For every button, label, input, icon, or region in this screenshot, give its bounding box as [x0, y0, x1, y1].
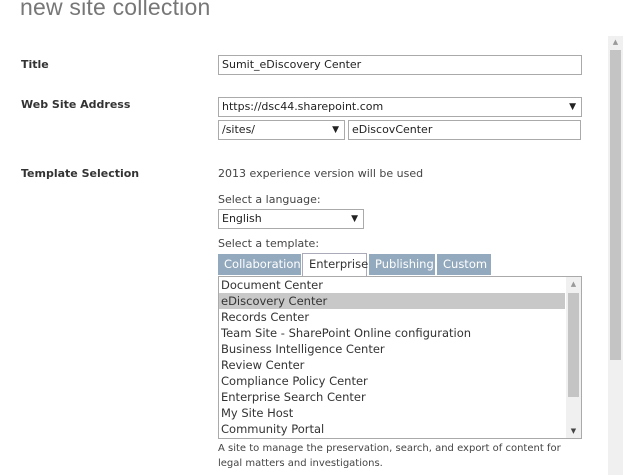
list-item[interactable]: Document Center [219, 277, 565, 293]
list-scrollbar-thumb[interactable] [568, 293, 579, 397]
scroll-up-icon[interactable]: ▲ [608, 38, 623, 46]
list-item[interactable]: Enterprise Search Center [219, 389, 565, 405]
template-prompt: Select a template: [218, 237, 320, 250]
list-item[interactable]: Review Center [219, 357, 565, 373]
tab-enterprise[interactable]: Enterprise [302, 253, 368, 276]
web-site-address-label: Web Site Address [21, 98, 131, 111]
chevron-down-icon: ▼ [332, 125, 339, 135]
domain-value: https://dsc44.sharepoint.com [222, 100, 384, 113]
scroll-up-icon[interactable]: ▲ [566, 280, 581, 288]
experience-note: 2013 experience version will be used [218, 167, 424, 180]
page-title: new site collection [20, 0, 211, 20]
url-name-input[interactable]: eDiscovCenter [348, 120, 581, 140]
scroll-down-icon[interactable]: ▼ [566, 427, 581, 435]
template-selection-label: Template Selection [21, 167, 140, 180]
path-select[interactable]: /sites/ ▼ [218, 120, 345, 140]
list-item[interactable]: My Site Host [219, 405, 565, 421]
list-item-selected[interactable]: eDiscovery Center [219, 293, 565, 309]
domain-select[interactable]: https://dsc44.sharepoint.com ▼ [218, 97, 582, 117]
chevron-down-icon: ▼ [569, 102, 576, 112]
template-list[interactable]: Document Center eDiscovery Center Record… [218, 276, 582, 439]
tab-custom[interactable]: Custom [437, 254, 491, 275]
list-item[interactable]: Compliance Policy Center [219, 373, 565, 389]
list-item[interactable]: Community Portal [219, 421, 565, 437]
path-value: /sites/ [222, 123, 256, 136]
language-select[interactable]: English ▼ [218, 209, 364, 229]
tab-publishing[interactable]: Publishing [369, 254, 435, 275]
title-input[interactable]: Sumit_eDiscovery Center [218, 55, 582, 75]
page-scrollbar-thumb[interactable] [610, 50, 621, 360]
title-label: Title [21, 58, 49, 71]
language-value: English [222, 212, 262, 225]
list-item[interactable]: Team Site - SharePoint Online configurat… [219, 325, 565, 341]
template-description: A site to manage the preservation, searc… [218, 443, 561, 469]
list-item[interactable]: Records Center [219, 309, 565, 325]
language-label: Select a language: [218, 193, 321, 206]
chevron-down-icon: ▼ [351, 214, 358, 224]
tab-collaboration[interactable]: Collaboration [218, 254, 301, 275]
page-scrollbar[interactable]: ▲ [608, 36, 623, 475]
list-scrollbar[interactable]: ▲ ▼ [566, 277, 581, 438]
list-item[interactable]: Business Intelligence Center [219, 341, 565, 357]
